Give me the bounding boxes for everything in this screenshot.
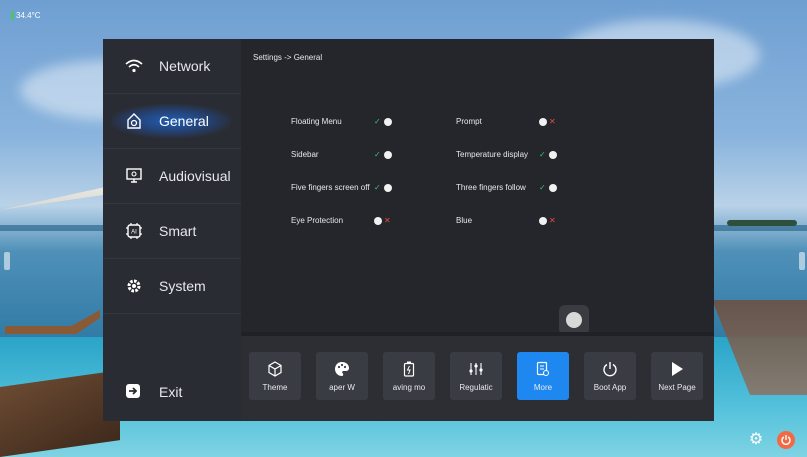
setting-label: Five fingers screen off [291, 183, 370, 192]
thermometer-icon [11, 11, 14, 20]
three-fingers-toggle[interactable]: ✓ [539, 183, 559, 193]
umbrella [0, 182, 110, 210]
setting-label: Blue [456, 216, 473, 225]
exit-button[interactable]: Exit [103, 363, 263, 421]
palette-icon [334, 361, 350, 377]
five-fingers-toggle[interactable]: ✓ [374, 183, 394, 193]
right-sidebar-handle[interactable] [799, 252, 805, 270]
power-icon [781, 435, 791, 445]
general-icon [125, 112, 143, 130]
setting-label: Sidebar [291, 150, 319, 159]
cross-icon: ✕ [549, 117, 556, 126]
system-tray: ⚙ [747, 431, 795, 449]
nav-item-system[interactable]: System [103, 259, 241, 314]
dock-label: Boot App [593, 382, 627, 392]
setting-label: Floating Menu [291, 117, 342, 126]
dock-label: Theme [262, 382, 288, 392]
setting-blue: Blue ✕ [456, 216, 621, 226]
settings-row: Sidebar ✓ Temperature display ✓ [291, 138, 621, 171]
setting-three-fingers: Three fingers follow ✓ [456, 183, 621, 193]
setting-five-fingers: Five fingers screen off ✓ [291, 183, 456, 193]
system-gear-icon [125, 277, 143, 295]
dock-next-page[interactable]: Next Page [651, 352, 703, 400]
ai-chip-icon: AI [125, 222, 143, 240]
settings-row: Five fingers screen off ✓ Three fingers … [291, 171, 621, 204]
nav-label: Audiovisual [159, 168, 231, 184]
cross-icon: ✕ [549, 216, 556, 225]
setting-label: Three fingers follow [456, 183, 526, 192]
dock-wallpaper[interactable]: aper W [316, 352, 368, 400]
dock-label: Regulatic [459, 382, 493, 392]
power-button[interactable] [777, 431, 795, 449]
sidebar-toggle[interactable]: ✓ [374, 150, 394, 160]
power-icon [602, 361, 618, 377]
settings-grid: Floating Menu ✓ Prompt ✕ Sidebar ✓ Tempe… [291, 105, 621, 237]
exit-label: Exit [159, 384, 183, 400]
dock-theme[interactable]: Theme [249, 352, 301, 400]
temperature-indicator: 34.4°C [11, 11, 41, 20]
left-sidebar-handle[interactable] [4, 252, 10, 270]
svg-text:AI: AI [131, 230, 137, 236]
check-icon: ✓ [539, 150, 546, 159]
nav-item-smart[interactable]: AI Smart [103, 204, 241, 259]
play-icon [670, 361, 684, 377]
setting-label: Prompt [456, 117, 482, 126]
nav-label: Smart [159, 223, 197, 239]
dock-label: More [533, 382, 553, 392]
setting-floating-menu: Floating Menu ✓ [291, 117, 456, 127]
floating-menu-ball[interactable] [559, 305, 589, 335]
settings-row: Floating Menu ✓ Prompt ✕ [291, 105, 621, 138]
nav-label: System [159, 278, 206, 294]
monitor-icon [125, 167, 143, 185]
prompt-toggle[interactable]: ✕ [539, 117, 559, 127]
bottom-dock: Theme aper W aving mo Regulatic More Boo… [241, 332, 714, 421]
battery-icon [403, 361, 415, 377]
setting-sidebar: Sidebar ✓ [291, 150, 456, 160]
setting-eye-protection: Eye Protection ✕ [291, 216, 456, 226]
temperature-value: 34.4°C [16, 11, 41, 20]
eye-protection-toggle[interactable]: ✕ [374, 216, 394, 226]
dock-more[interactable]: More [517, 352, 569, 400]
temperature-display-toggle[interactable]: ✓ [539, 150, 559, 160]
dock-boot-app[interactable]: Boot App [584, 352, 636, 400]
check-icon: ✓ [374, 183, 381, 192]
settings-content: Settings -> General Floating Menu ✓ Prom… [241, 39, 714, 421]
nav-item-general[interactable]: General [103, 94, 241, 149]
setting-label: Temperature display [456, 150, 529, 159]
setting-temperature-display: Temperature display ✓ [456, 150, 621, 160]
nav-item-audiovisual[interactable]: Audiovisual [103, 149, 241, 204]
cube-icon [267, 360, 283, 377]
check-icon: ✓ [539, 183, 546, 192]
check-icon: ✓ [374, 117, 381, 126]
blue-toggle[interactable]: ✕ [539, 216, 559, 226]
settings-window: Network General Audiovisual AI Smart Sys… [103, 39, 714, 421]
exit-icon [125, 382, 143, 403]
floating-menu-toggle[interactable]: ✓ [374, 117, 394, 127]
island [727, 220, 797, 226]
dock-saving-mode[interactable]: aving mo [383, 352, 435, 400]
breadcrumb: Settings -> General [253, 53, 323, 62]
more-icon [536, 361, 550, 377]
wifi-icon [125, 57, 143, 75]
dock-regulation[interactable]: Regulatic [450, 352, 502, 400]
sliders-icon [468, 361, 484, 377]
nav-label: Network [159, 58, 211, 74]
setting-label: Eye Protection [291, 216, 344, 225]
nav-item-network[interactable]: Network [103, 39, 241, 94]
dock-label: aving mo [392, 382, 426, 392]
settings-nav: Network General Audiovisual AI Smart Sys… [103, 39, 241, 421]
dock-label: Next Page [658, 382, 696, 392]
nav-label: General [159, 113, 209, 129]
dock-label: aper W [329, 382, 355, 392]
settings-row: Eye Protection ✕ Blue ✕ [291, 204, 621, 237]
setting-prompt: Prompt ✕ [456, 117, 621, 127]
check-icon: ✓ [374, 150, 381, 159]
cross-icon: ✕ [384, 216, 391, 225]
gear-icon[interactable]: ⚙ [747, 431, 765, 449]
